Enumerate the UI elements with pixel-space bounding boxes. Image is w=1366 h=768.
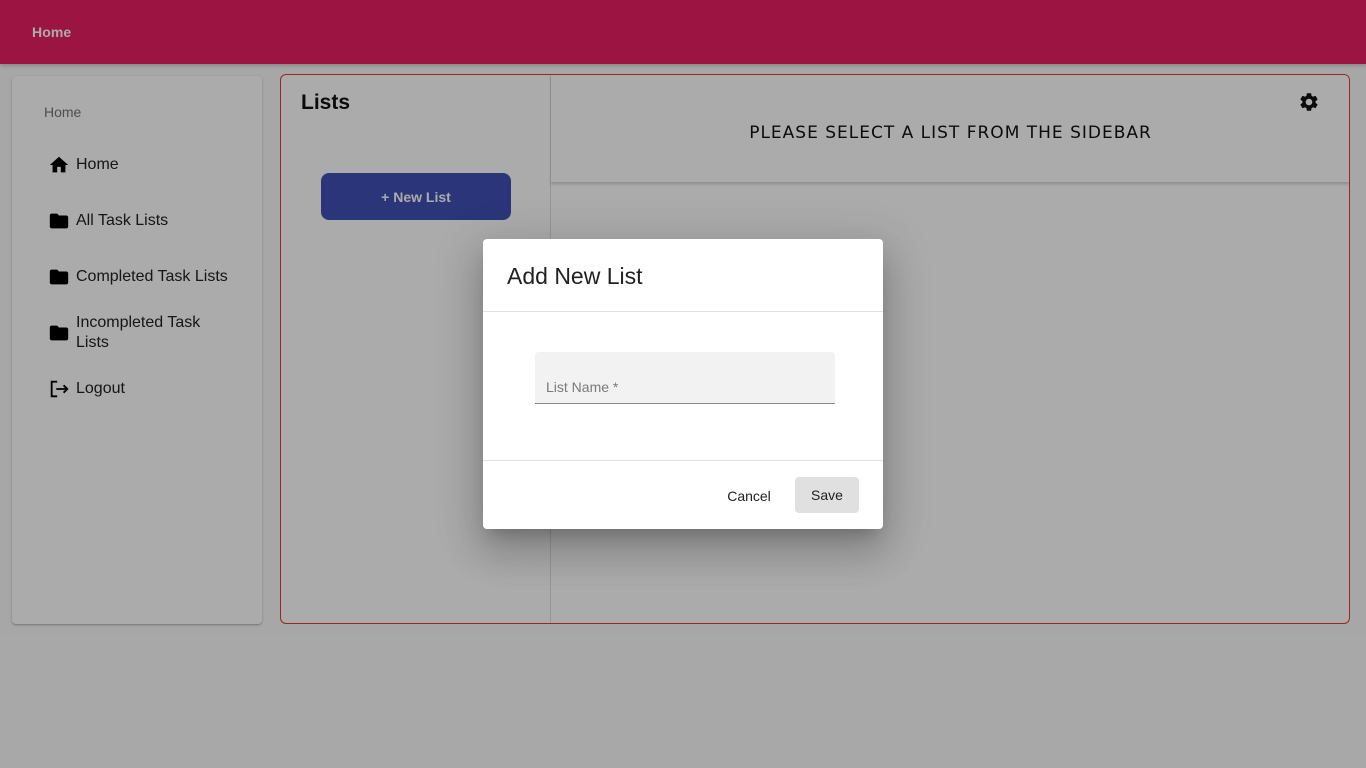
list-name-field xyxy=(535,352,835,404)
cancel-button[interactable]: Cancel xyxy=(715,478,783,514)
app-root: Home Home Home All Task Lists Completed … xyxy=(0,0,1366,768)
dialog-title: Add New List xyxy=(507,263,643,289)
list-name-input[interactable] xyxy=(535,352,835,403)
save-button[interactable]: Save xyxy=(795,477,859,513)
dialog-content xyxy=(483,311,883,461)
add-list-dialog: Add New List Cancel Save xyxy=(483,239,883,529)
dialog-actions: Cancel Save xyxy=(483,461,883,529)
